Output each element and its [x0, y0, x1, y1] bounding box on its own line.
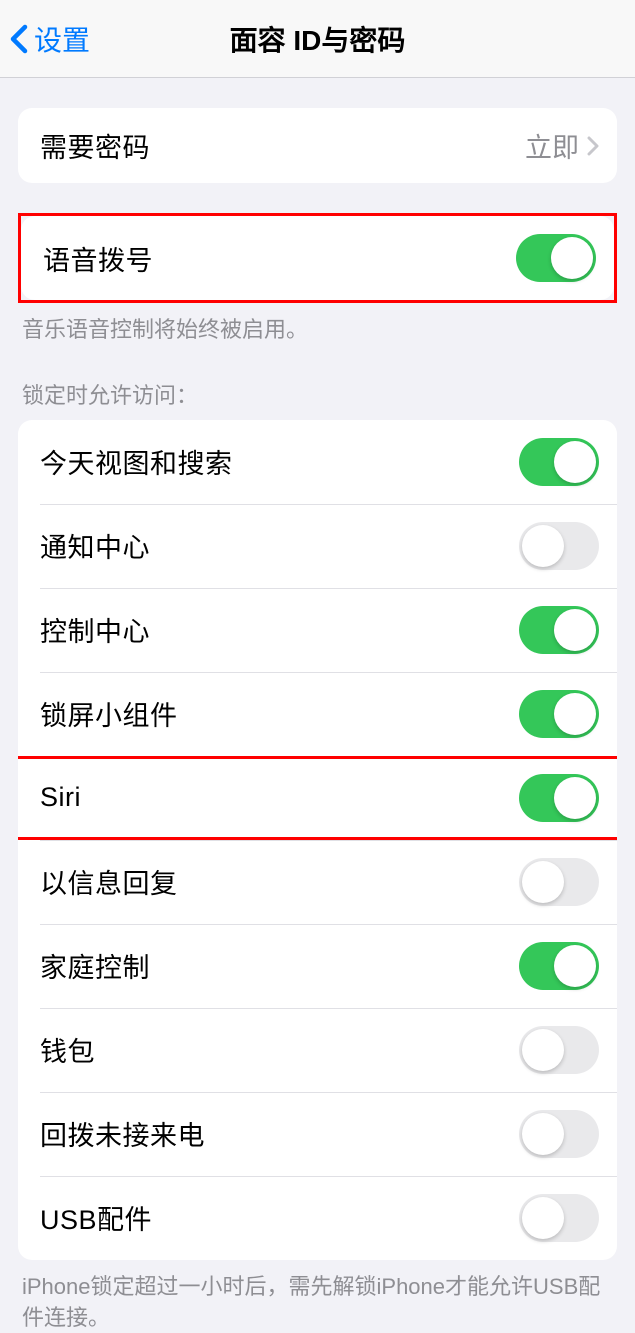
locked-access-toggle[interactable] [519, 942, 599, 990]
locked-access-row: 以信息回复 [18, 840, 617, 924]
nav-header: 设置 面容 ID与密码 [0, 0, 635, 78]
voice-dial-toggle[interactable] [516, 234, 596, 282]
locked-access-row: 今天视图和搜索 [18, 420, 617, 504]
page-title: 面容 ID与密码 [230, 19, 406, 59]
locked-access-row: 控制中心 [18, 588, 617, 672]
locked-access-label: Siri [40, 782, 81, 813]
locked-access-label: 钱包 [40, 1030, 95, 1069]
locked-access-row: 钱包 [18, 1008, 617, 1092]
require-passcode-label: 需要密码 [40, 126, 150, 165]
locked-access-row: 通知中心 [18, 504, 617, 588]
chevron-left-icon [10, 24, 28, 54]
locked-access-toggle[interactable] [519, 1026, 599, 1074]
voice-dial-footer: 音乐语音控制将始终被启用。 [0, 303, 635, 346]
content: 需要密码 立即 语音拨号 音乐语音控制将始终被启用。 锁定时允许访问： 今天视图… [0, 108, 635, 1333]
locked-access-toggle[interactable] [519, 1194, 599, 1242]
locked-access-section: 今天视图和搜索通知中心控制中心锁屏小组件 Siri 以信息回复家庭控制钱包回拨未接来… [18, 420, 617, 1260]
voice-dial-label: 语音拨号 [43, 239, 153, 278]
locked-access-toggle[interactable] [519, 438, 599, 486]
locked-access-header: 锁定时允许访问： [0, 378, 635, 420]
locked-access-toggle[interactable] [519, 1110, 599, 1158]
locked-access-toggle[interactable] [519, 690, 599, 738]
back-label: 设置 [34, 19, 90, 59]
locked-access-label: 以信息回复 [40, 862, 178, 901]
locked-access-toggle[interactable] [519, 522, 599, 570]
locked-access-row: 家庭控制 [18, 924, 617, 1008]
locked-access-row: 锁屏小组件 [18, 672, 617, 756]
locked-access-toggle[interactable] [519, 606, 599, 654]
locked-access-label: USB配件 [40, 1198, 152, 1237]
locked-access-row: 回拨未接来电 [18, 1092, 617, 1176]
require-passcode-value: 立即 [525, 126, 579, 165]
locked-access-row: Siri [18, 756, 617, 840]
locked-access-label: 通知中心 [40, 526, 150, 565]
locked-access-toggle[interactable] [519, 774, 599, 822]
voice-dial-row: 语音拨号 [21, 216, 614, 300]
chevron-right-icon [587, 136, 599, 156]
require-passcode-row[interactable]: 需要密码 立即 [18, 108, 617, 183]
locked-access-label: 锁屏小组件 [40, 694, 178, 733]
locked-access-row: USB配件 [18, 1176, 617, 1260]
locked-access-label: 回拨未接来电 [40, 1114, 205, 1153]
locked-access-toggle[interactable] [519, 858, 599, 906]
locked-access-label: 家庭控制 [40, 946, 150, 985]
locked-access-label: 控制中心 [40, 610, 150, 649]
voice-dial-highlight: 语音拨号 [18, 213, 617, 303]
locked-access-footer: iPhone锁定超过一小时后，需先解锁iPhone才能允许USB配件连接。 [0, 1260, 635, 1333]
back-button[interactable]: 设置 [0, 19, 90, 59]
require-passcode-section: 需要密码 立即 [18, 108, 617, 183]
locked-access-label: 今天视图和搜索 [40, 442, 233, 481]
